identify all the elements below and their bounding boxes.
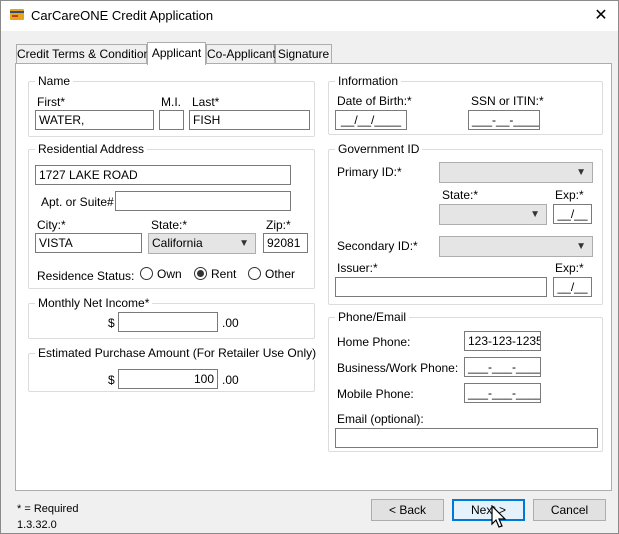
- home-phone-label: Home Phone:: [337, 335, 411, 349]
- email-label: Email (optional):: [337, 412, 424, 426]
- chevron-down-icon: ▼: [239, 238, 249, 249]
- state-label: State:*: [151, 218, 188, 232]
- mobile-phone-label: Mobile Phone:: [337, 387, 414, 401]
- apt-suite-label: Apt. or Suite#: [41, 195, 114, 209]
- email-input[interactable]: [335, 428, 598, 448]
- id-state-select[interactable]: ▼: [439, 204, 547, 225]
- zip-input[interactable]: 92081: [263, 233, 308, 253]
- primary-id-label: Primary ID:*: [337, 165, 402, 179]
- radio-rent[interactable]: Rent: [194, 267, 236, 281]
- purchase-cents: .00: [222, 373, 239, 387]
- tab-signature[interactable]: Signature: [275, 44, 332, 64]
- last-name-label: Last*: [192, 95, 220, 109]
- name-group: Name First* M.I. Last* WATER, FISH: [28, 74, 315, 137]
- id-state-label: State:*: [442, 188, 479, 202]
- secondary-id-select[interactable]: ▼: [439, 236, 593, 257]
- residence-status-label: Residence Status:: [37, 269, 135, 283]
- purchase-currency: $: [108, 373, 115, 387]
- primary-id-select[interactable]: ▼: [439, 162, 593, 183]
- information-group-label: Information: [335, 74, 402, 88]
- purchase-amount-group: Estimated Purchase Amount (For Retailer …: [28, 346, 320, 392]
- mobile-phone-input[interactable]: ___-___-____: [464, 383, 541, 403]
- exp-label: Exp:*: [555, 188, 584, 202]
- secondary-id-exp-input[interactable]: __/__: [553, 277, 592, 297]
- tab-applicant[interactable]: Applicant: [147, 42, 206, 65]
- credit-card-icon: [10, 9, 24, 20]
- radio-other[interactable]: Other: [248, 267, 295, 281]
- back-button[interactable]: < Back: [371, 499, 444, 521]
- radio-own-label: Own: [157, 267, 182, 281]
- phone-email-group: Phone/Email Home Phone: 123-123-1235 Bus…: [328, 310, 603, 452]
- residential-address-group: Residential Address 1727 LAKE ROAD Apt. …: [28, 142, 315, 289]
- phone-email-group-label: Phone/Email: [335, 310, 410, 324]
- last-name-input[interactable]: FISH: [189, 110, 310, 130]
- issuer-input[interactable]: [335, 277, 547, 297]
- purchase-amount-input[interactable]: 100: [118, 369, 218, 389]
- ssn-label: SSN or ITIN:*: [471, 94, 544, 108]
- required-note: * = Required: [17, 503, 79, 515]
- radio-rent-label: Rent: [211, 267, 237, 281]
- purchase-group-label: Estimated Purchase Amount (For Retailer …: [35, 346, 320, 360]
- ssn-input[interactable]: ___-__-____: [468, 110, 540, 130]
- dob-label: Date of Birth:*: [337, 94, 412, 108]
- tab-co-applicant[interactable]: Co-Applicant: [206, 44, 276, 64]
- address-group-label: Residential Address: [35, 142, 148, 156]
- radio-rent-indicator: [194, 267, 207, 280]
- chevron-down-icon: ▼: [576, 167, 586, 178]
- name-group-label: Name: [35, 74, 74, 88]
- monthly-income-group: Monthly Net Income* $ .00: [28, 296, 315, 339]
- applicant-panel: Name First* M.I. Last* WATER, FISH Resid…: [15, 63, 612, 491]
- secondary-id-label: Secondary ID:*: [337, 239, 418, 253]
- first-name-input[interactable]: WATER,: [35, 110, 154, 130]
- issuer-label: Issuer:*: [337, 261, 378, 275]
- next-button[interactable]: Next >: [452, 499, 525, 521]
- government-id-group: Government ID Primary ID:* ▼ State:* Exp…: [328, 142, 603, 305]
- home-phone-input[interactable]: 123-123-1235: [464, 331, 541, 351]
- work-phone-input[interactable]: ___-___-____: [464, 357, 541, 377]
- title-bar: CarCareONE Credit Application ✕: [1, 1, 618, 31]
- exp2-label: Exp:*: [555, 261, 584, 275]
- street-address-input[interactable]: 1727 LAKE ROAD: [35, 165, 291, 185]
- income-group-label: Monthly Net Income*: [35, 296, 153, 310]
- state-select-value: California: [152, 236, 203, 250]
- zip-label: Zip:*: [266, 218, 291, 232]
- radio-own[interactable]: Own: [140, 267, 182, 281]
- radio-other-indicator: [248, 267, 261, 280]
- city-label: City:*: [37, 218, 66, 232]
- tab-credit-terms[interactable]: Credit Terms & Conditions: [16, 44, 156, 64]
- income-currency: $: [108, 316, 115, 330]
- government-id-group-label: Government ID: [335, 142, 423, 156]
- work-phone-label: Business/Work Phone:: [337, 361, 459, 375]
- credit-application-window: CarCareONE Credit Application ✕ Credit T…: [0, 0, 619, 534]
- cancel-button[interactable]: Cancel: [533, 499, 606, 521]
- close-icon[interactable]: ✕: [584, 1, 618, 31]
- middle-initial-input[interactable]: [159, 110, 184, 130]
- first-name-label: First*: [37, 95, 65, 109]
- state-select[interactable]: California ▼: [148, 233, 256, 254]
- version-label: 1.3.32.0: [17, 519, 57, 531]
- primary-id-exp-input[interactable]: __/__: [553, 204, 592, 224]
- mouse-pointer-icon: [491, 505, 507, 528]
- apt-suite-input[interactable]: [115, 191, 291, 211]
- dob-input[interactable]: __/__/____: [335, 110, 407, 130]
- income-cents: .00: [222, 316, 239, 330]
- radio-own-indicator: [140, 267, 153, 280]
- chevron-down-icon: ▼: [530, 209, 540, 220]
- information-group: Information Date of Birth:* SSN or ITIN:…: [328, 74, 603, 135]
- radio-other-label: Other: [265, 267, 296, 281]
- window-title: CarCareONE Credit Application: [31, 8, 214, 23]
- middle-initial-label: M.I.: [161, 95, 181, 109]
- chevron-down-icon: ▼: [576, 241, 586, 252]
- monthly-income-input[interactable]: [118, 312, 218, 332]
- city-input[interactable]: VISTA: [35, 233, 142, 253]
